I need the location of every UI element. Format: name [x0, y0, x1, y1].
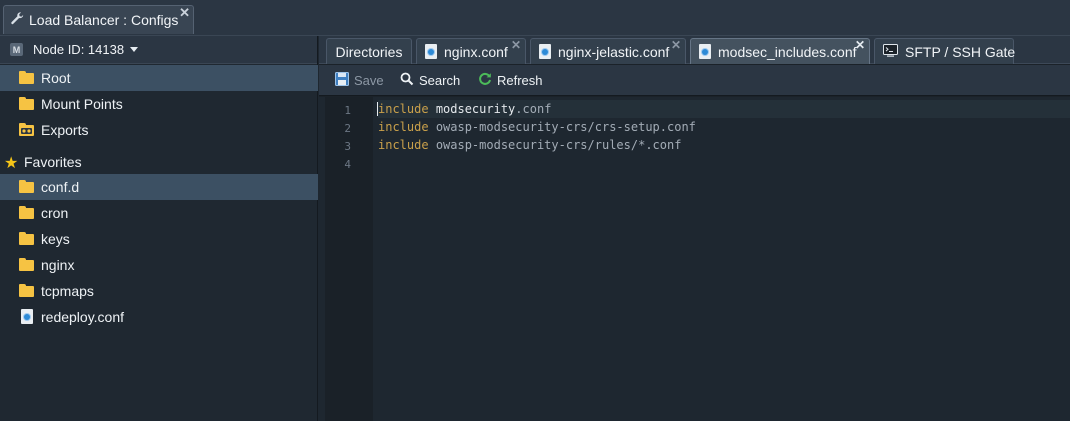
tab-sftp-ssh-gate[interactable]: SFTP / SSH Gate	[874, 38, 1016, 64]
terminal-icon	[883, 43, 898, 60]
close-icon[interactable]: ✕	[855, 38, 865, 52]
star-icon: ★	[4, 155, 19, 172]
config-file-icon	[21, 309, 33, 324]
code-keyword: include	[378, 138, 429, 152]
tree-item-nginx[interactable]: nginx	[0, 252, 318, 278]
editor-panel: Directories nginx.conf ✕ nginx-jelastic.…	[319, 36, 1070, 421]
tab-label: modsec_includes.conf	[718, 43, 857, 60]
folder-icon	[19, 206, 34, 219]
code-text: modsecurity	[435, 102, 516, 116]
tree-item-keys[interactable]: keys	[0, 226, 318, 252]
code-line[interactable]: include owasp-modsecurity-crs/crs-setup.…	[378, 118, 696, 136]
tree-item-label: keys	[41, 231, 70, 247]
tree-item-label: Root	[41, 70, 71, 86]
tree-item-label: redeploy.conf	[41, 309, 125, 325]
search-icon	[400, 72, 414, 89]
folder-icon	[19, 180, 34, 193]
refresh-label: Refresh	[497, 73, 543, 88]
tree-item-redeploy-conf[interactable]: redeploy.conf	[0, 304, 318, 330]
refresh-button[interactable]: Refresh	[478, 72, 543, 89]
save-button[interactable]: Save	[335, 72, 384, 89]
floppy-icon	[335, 72, 349, 89]
favorites-label: Favorites	[24, 154, 82, 170]
code-text: owasp-modsecurity-crs/rules/*.conf	[435, 138, 682, 152]
save-label: Save	[354, 73, 384, 88]
tree-item-root[interactable]: Root	[0, 65, 318, 91]
node-label: Node ID: 14138	[33, 42, 125, 57]
refresh-icon	[478, 72, 492, 89]
line-number: 1	[344, 104, 351, 117]
search-button[interactable]: Search	[400, 72, 460, 89]
favorites-header[interactable]: ★ Favorites	[0, 149, 318, 175]
code-line[interactable]: include owasp-modsecurity-crs/rules/*.co…	[378, 136, 681, 154]
tree-item-cron[interactable]: cron	[0, 200, 318, 226]
wrench-icon	[10, 11, 25, 29]
tree-item-tcpmaps[interactable]: tcpmaps	[0, 278, 318, 304]
tree-item-label: tcpmaps	[41, 283, 94, 299]
code-text: owasp-modsecurity-crs/crs-setup.conf	[435, 120, 696, 134]
config-file-icon	[699, 44, 711, 59]
folder-icon	[19, 97, 34, 110]
tab-label: nginx.conf	[444, 43, 508, 60]
close-icon[interactable]: ✕	[671, 38, 681, 52]
tree-item-label: conf.d	[41, 179, 80, 195]
tree-item-label: Exports	[41, 122, 89, 138]
window-tab[interactable]: Load Balancer : Configs ✕	[3, 5, 194, 34]
node-selector[interactable]: M Node ID: 14138	[0, 36, 317, 64]
tree-item-label: Mount Points	[41, 96, 123, 112]
folder-icon	[19, 258, 34, 271]
search-label: Search	[419, 73, 461, 88]
code-text: .conf	[515, 102, 552, 116]
config-file-icon	[425, 44, 437, 59]
close-icon[interactable]: ✕	[511, 38, 521, 52]
close-icon[interactable]: ✕	[179, 5, 190, 21]
window-tab-title: Load Balancer : Configs	[29, 12, 179, 28]
tab-nginx-conf[interactable]: nginx.conf ✕	[416, 38, 526, 64]
tree-item-mount-points[interactable]: Mount Points	[0, 91, 318, 117]
chevron-down-icon	[130, 47, 139, 52]
file-tab-bar: Directories nginx.conf ✕ nginx-jelastic.…	[319, 36, 1070, 64]
line-number-gutter: 1 2 3 4	[325, 97, 373, 421]
folder-icon	[19, 232, 34, 245]
file-tree-panel: M Node ID: 14138 Root Mount Points Expor…	[0, 36, 318, 421]
text-cursor	[377, 102, 378, 116]
editor-toolbar: Save Search Refresh	[319, 65, 1070, 96]
line-number: 3	[344, 140, 351, 153]
tree-item-label: nginx	[41, 257, 75, 273]
node-badge-icon: M	[10, 43, 23, 56]
folder-icon	[19, 284, 34, 297]
folder-icon	[19, 71, 34, 84]
code-line[interactable]: include modsecurity .conf	[378, 100, 1070, 118]
tab-nginx-jelastic-conf[interactable]: nginx-jelastic.conf ✕	[530, 38, 686, 64]
tab-label: Directories	[335, 43, 403, 60]
window-tab-strip: Load Balancer : Configs ✕	[0, 0, 1070, 36]
tree-item-label: cron	[41, 205, 69, 221]
config-file-icon	[539, 44, 551, 59]
code-keyword: include	[378, 102, 429, 116]
line-number: 4	[344, 158, 351, 171]
tree-item-exports[interactable]: Exports	[0, 117, 318, 143]
tab-label: SFTP / SSH Gate	[905, 43, 1016, 60]
tree-item-conf-d[interactable]: conf.d	[0, 174, 318, 200]
tab-modsec-includes-conf[interactable]: modsec_includes.conf ✕	[690, 38, 870, 64]
tab-directories[interactable]: Directories	[326, 38, 412, 64]
tab-label: nginx-jelastic.conf	[558, 43, 670, 60]
code-keyword: include	[378, 120, 429, 134]
exports-icon	[19, 123, 34, 136]
line-number: 2	[344, 122, 351, 135]
code-editor[interactable]: 1 2 3 4 include modsecurity .conf include…	[319, 97, 1070, 421]
